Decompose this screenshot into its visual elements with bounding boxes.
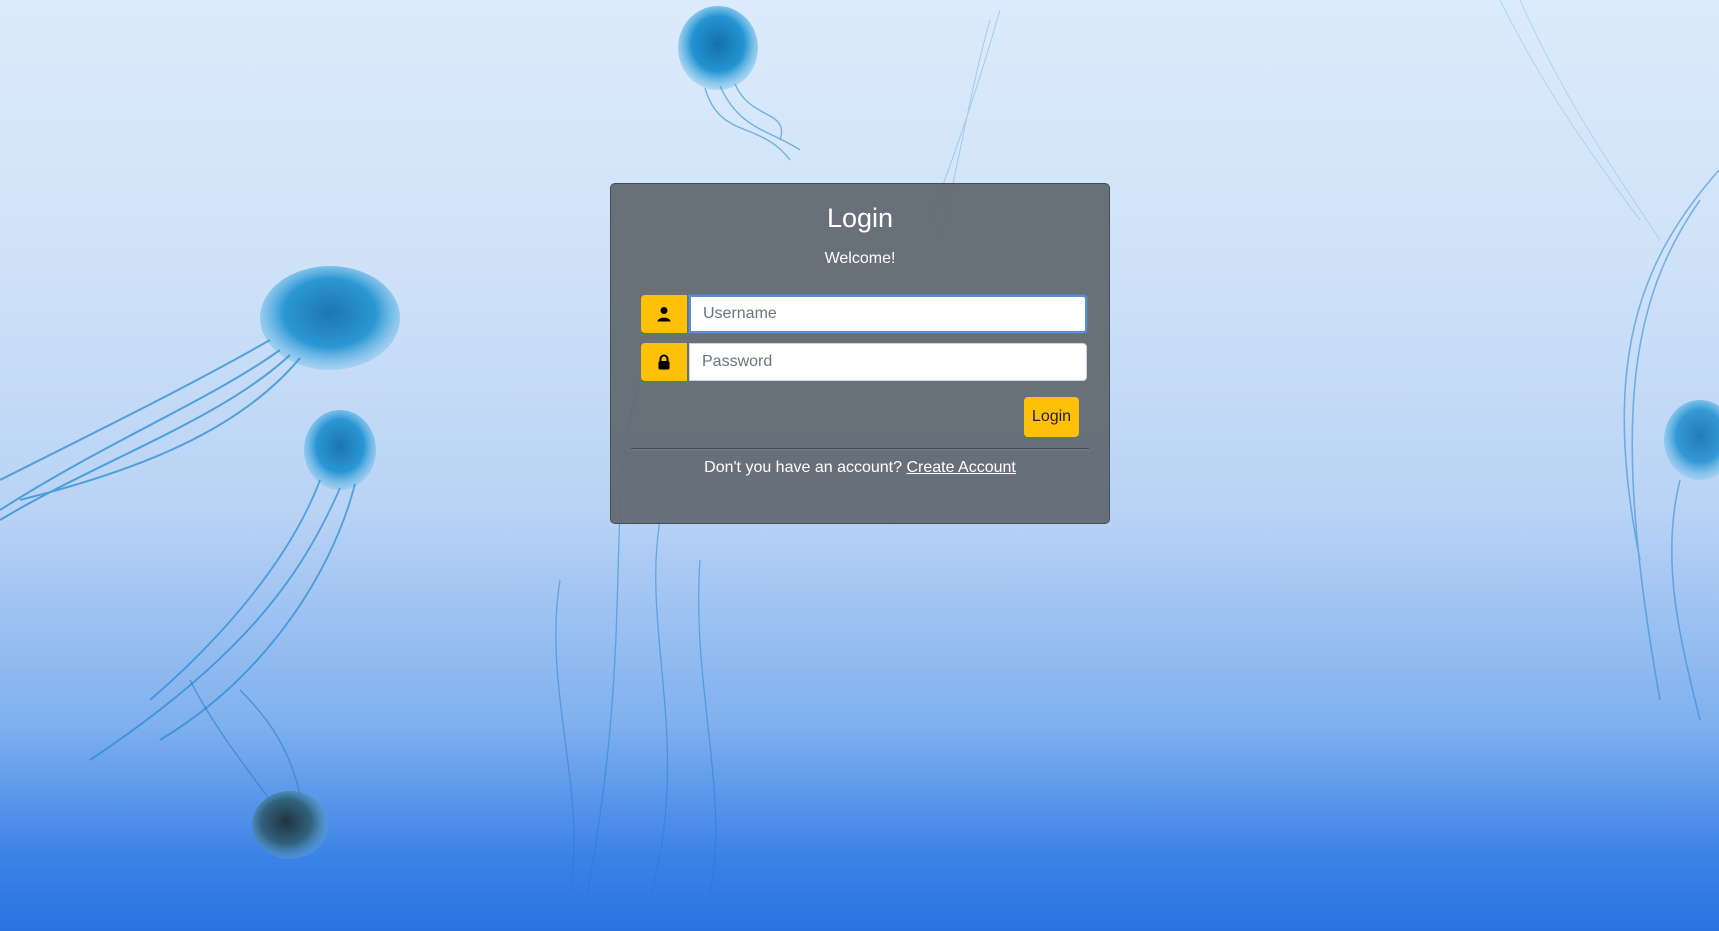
create-account-link[interactable]: Create Account xyxy=(906,459,1015,476)
welcome-subtitle: Welcome! xyxy=(824,250,896,267)
login-title: Login xyxy=(826,203,894,233)
signup-prompt: Don't you have an account? Create Accoun… xyxy=(611,457,1109,479)
username-addon xyxy=(641,295,687,333)
login-page: Login Welcome! Login Don't yo xyxy=(0,0,1719,931)
password-input-group xyxy=(641,343,1087,381)
username-input[interactable] xyxy=(689,295,1087,333)
lock-icon xyxy=(658,354,670,370)
password-addon xyxy=(641,343,687,381)
username-input-group xyxy=(641,295,1087,333)
card-divider xyxy=(631,448,1089,450)
password-input[interactable] xyxy=(689,343,1087,381)
user-icon xyxy=(657,307,671,322)
signup-prompt-text: Don't you have an account? xyxy=(704,459,902,476)
login-button[interactable]: Login xyxy=(1024,397,1079,437)
login-card: Login Welcome! Login Don't yo xyxy=(610,183,1110,524)
